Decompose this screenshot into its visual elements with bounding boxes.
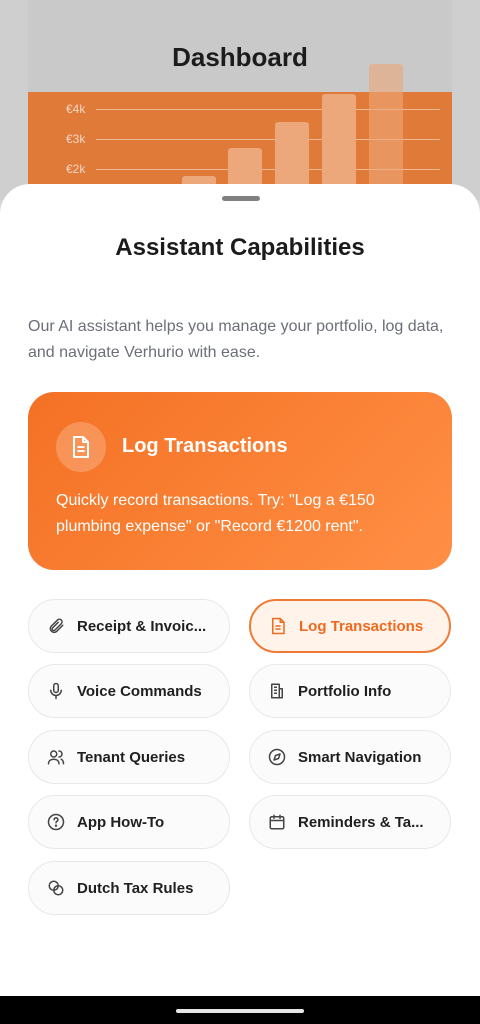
page-title: Dashboard xyxy=(172,42,308,72)
help-circle-icon xyxy=(47,813,65,831)
chip-label: Receipt & Invoic... xyxy=(77,617,207,635)
y-tick-label: €3k xyxy=(66,132,86,146)
capability-chip-smart-navigation[interactable]: Smart Navigation xyxy=(249,730,451,784)
capability-detail-description: Quickly record transactions. Try: "Log a… xyxy=(56,492,375,535)
sheet-title: Assistant Capabilities xyxy=(115,234,365,261)
capability-chip-tenant-queries[interactable]: Tenant Queries xyxy=(28,730,230,784)
document-icon xyxy=(269,617,287,635)
home-gesture-indicator[interactable] xyxy=(176,1009,304,1013)
capability-chip-receipts[interactable]: Receipt & Invoic... xyxy=(28,599,230,653)
chip-label: Voice Commands xyxy=(77,682,202,700)
y-tick-label: €4k xyxy=(66,102,86,116)
capability-chip-app-how-to[interactable]: App How-To xyxy=(28,795,230,849)
chip-label: Log Transactions xyxy=(299,617,424,635)
building-icon xyxy=(268,682,286,700)
chip-label: Tenant Queries xyxy=(77,748,186,766)
compass-icon xyxy=(268,748,286,766)
capability-chip-voice-commands[interactable]: Voice Commands xyxy=(28,664,230,718)
chip-label: Portfolio Info xyxy=(298,682,392,700)
chip-label: App How-To xyxy=(77,813,165,831)
capability-chip-log-transactions[interactable]: Log Transactions xyxy=(249,599,451,653)
paperclip-icon xyxy=(47,617,65,635)
capability-chip-reminders[interactable]: Reminders & Ta... xyxy=(249,795,451,849)
capability-detail-title: Log Transactions xyxy=(122,435,288,457)
chip-label: Smart Navigation xyxy=(298,748,422,766)
system-navigation-bar xyxy=(0,996,480,1024)
sheet-description: Our AI assistant helps you manage your p… xyxy=(28,318,444,361)
sheet-drag-handle[interactable] xyxy=(222,196,260,201)
y-tick-label: €2k xyxy=(66,162,86,176)
chip-label: Reminders & Ta... xyxy=(298,813,424,831)
capability-chip-portfolio-info[interactable]: Portfolio Info xyxy=(249,664,451,718)
capability-chip-dutch-tax-rules[interactable]: Dutch Tax Rules xyxy=(28,861,230,915)
chart-bar xyxy=(369,64,403,200)
coins-icon xyxy=(47,879,65,897)
capability-detail-card: Log Transactions Quickly record transact… xyxy=(28,392,452,570)
chip-label: Dutch Tax Rules xyxy=(77,879,194,897)
calendar-icon xyxy=(268,813,286,831)
microphone-icon xyxy=(47,682,65,700)
users-icon xyxy=(47,748,65,766)
document-icon xyxy=(56,422,106,472)
assistant-capabilities-sheet: Assistant Capabilities Our AI assistant … xyxy=(0,184,480,996)
dashboard-background: €4k €3k €2k Dashboard xyxy=(0,0,480,202)
